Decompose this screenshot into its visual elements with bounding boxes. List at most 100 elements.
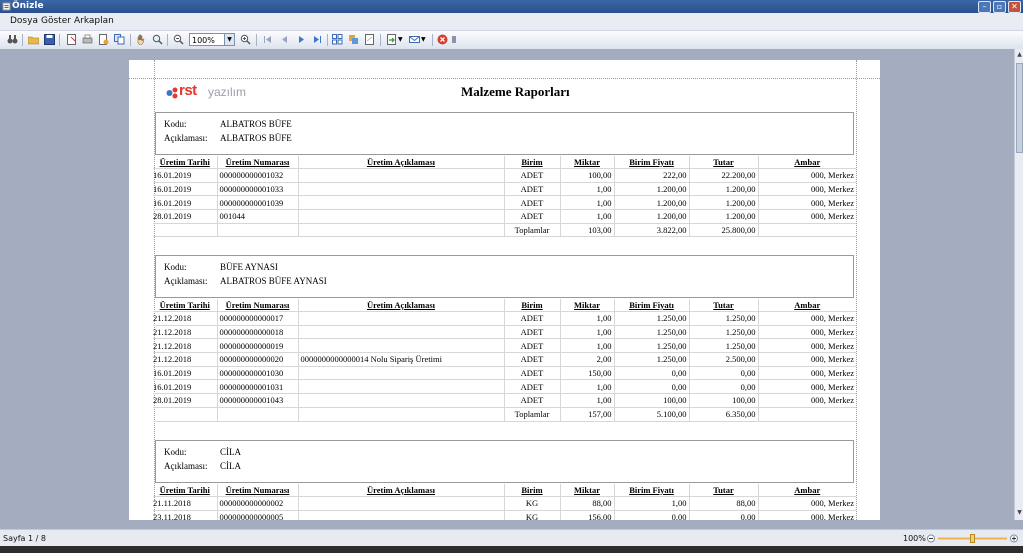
binoculars-icon[interactable] (7, 34, 18, 45)
header-number: Üretim Numarası (216, 156, 298, 169)
zoom-out-icon[interactable] (173, 34, 184, 45)
cell-warehouse: 000, Merkez (757, 338, 856, 353)
header-price: Birim Fiyatı (613, 156, 689, 169)
email-dropdown-icon[interactable]: ▼ (421, 34, 432, 45)
header-price: Birim Fiyatı (613, 484, 689, 497)
header-qty: Miktar (559, 156, 614, 169)
preview-viewport[interactable]: rst yazılım Malzeme Raporları Kodu: ALBA… (0, 49, 1014, 520)
cell-description (297, 209, 504, 224)
cell-description (297, 365, 504, 380)
magnifier-icon[interactable] (152, 34, 163, 45)
cell-date: 23.11.2018 (153, 509, 217, 520)
open-folder-icon[interactable] (28, 34, 39, 45)
copy-page-icon[interactable] (114, 34, 125, 45)
first-page-icon[interactable] (262, 34, 273, 45)
header-qty: Miktar (559, 484, 614, 497)
cell-unit: ADET (503, 209, 560, 224)
code-label: Kodu: (164, 119, 187, 129)
group-info-box: Kodu: CİLA Açıklaması: CİLA (155, 440, 854, 483)
code-value: BÜFE AYNASI (220, 262, 278, 272)
zoom-select-value: 100% (192, 36, 215, 45)
maximize-button[interactable]: ▫ (993, 1, 1006, 13)
header-description: Üretim Açıklaması (297, 484, 504, 497)
color-background-icon[interactable] (348, 34, 359, 45)
table-row: 21.12.2018 000000000000019 ADET 1,00 1.250,0… (153, 338, 856, 353)
close-button[interactable]: ✕ (1008, 1, 1021, 13)
save-icon[interactable] (44, 34, 55, 45)
header-date: Üretim Tarihi (159, 300, 210, 310)
cell-price: 1.250,00 (613, 352, 689, 367)
cell-warehouse: 000, Merkez (757, 181, 856, 196)
cell-unit: ADET (503, 352, 560, 367)
cell-description (297, 168, 504, 183)
title-bar: Önizle – ▫ ✕ (0, 0, 1023, 13)
scroll-thumb[interactable] (1016, 63, 1023, 153)
cell-unit: ADET (503, 324, 560, 339)
zoom-select[interactable]: 100% ▼ (189, 33, 235, 46)
slider-thumb[interactable] (970, 534, 975, 543)
totals-amount: 6.350,00 (688, 406, 758, 422)
cell-amount: 88,00 (688, 496, 758, 511)
cell-unit: ADET (503, 181, 560, 196)
cell-description (297, 324, 504, 339)
cell-unit: ADET (503, 338, 560, 353)
quick-print-icon[interactable] (98, 34, 109, 45)
menu-background[interactable]: Arkaplan (74, 16, 114, 26)
print-icon[interactable] (82, 34, 93, 45)
export-dropdown-icon[interactable]: ▼ (398, 34, 409, 45)
cell-description (297, 311, 504, 326)
cell-warehouse: 000, Merkez (757, 195, 856, 210)
header-number: Üretim Numarası (216, 299, 298, 312)
menu-file[interactable]: Dosya (10, 16, 38, 26)
cell-qty: 150,00 (559, 365, 614, 380)
cell-price: 1.250,00 (613, 338, 689, 353)
cell-number: 000000000001032 (216, 168, 298, 183)
minimize-button[interactable]: – (978, 1, 991, 13)
table-row: 16.01.2019 000000000001032 ADET 100,00 222,0… (153, 168, 856, 183)
cell-number: 000000000001043 (216, 393, 298, 408)
desc-value: CİLA (220, 461, 241, 471)
zoom-in-icon[interactable] (240, 34, 251, 45)
cell-number: 000000000000005 (216, 509, 298, 520)
header-description: Üretim Açıklaması (297, 156, 504, 169)
email-icon[interactable] (409, 34, 420, 45)
table-header-row: Üretim Tarihi Üretim Numarası Üretim Açı… (153, 484, 856, 497)
cell-price: 1.200,00 (613, 195, 689, 210)
page-setup-icon[interactable] (66, 34, 77, 45)
cell-number: 000000000001039 (216, 195, 298, 210)
cell-amount: 1.250,00 (688, 324, 758, 339)
table-row: 16.01.2019 000000000001039 ADET 1,00 1.200,0… (153, 195, 856, 210)
zoom-slider[interactable] (927, 534, 1018, 543)
cell-qty: 88,00 (559, 496, 614, 511)
table-row: 21.12.2018 000000000000018 ADET 1,00 1.250,0… (153, 324, 856, 339)
totals-price: 3.822,00 (613, 222, 689, 238)
previous-page-icon[interactable] (279, 34, 290, 45)
close-preview-icon[interactable] (437, 34, 448, 45)
cell-qty: 1,00 (559, 324, 614, 339)
scroll-up-icon[interactable]: ▲ (1015, 51, 1023, 60)
production-table: Üretim Tarihi Üretim Numarası Üretim Açı… (153, 299, 856, 422)
watermark-icon[interactable] (364, 34, 375, 45)
multiple-pages-icon[interactable] (332, 34, 343, 45)
cell-price: 1.200,00 (613, 209, 689, 224)
hand-tool-icon[interactable] (136, 34, 147, 45)
vertical-scrollbar[interactable]: ▲ ▼ (1014, 49, 1023, 520)
menu-view[interactable]: Göster (41, 16, 71, 26)
header-description: Üretim Açıklaması (297, 299, 504, 312)
cell-warehouse: 000, Merkez (757, 209, 856, 224)
desc-value: ALBATROS BÜFE (220, 133, 292, 143)
cell-qty: 1,00 (559, 338, 614, 353)
cell-unit: ADET (503, 195, 560, 210)
table-row: 21.12.2018 000000000000017 ADET 1,00 1.250,0… (153, 311, 856, 326)
cell-amount: 1.200,00 (688, 195, 758, 210)
cell-unit: KG (503, 496, 560, 511)
toolbar: 100% ▼ ▼ ▼ (0, 31, 1023, 50)
chevron-down-icon[interactable]: ▼ (224, 34, 234, 45)
toolbar-overflow-icon[interactable] (451, 34, 457, 45)
scroll-down-icon[interactable]: ▼ (1015, 509, 1023, 518)
cell-warehouse: 000, Merkez (757, 496, 856, 511)
last-page-icon[interactable] (312, 34, 323, 45)
next-page-icon[interactable] (296, 34, 307, 45)
export-icon[interactable] (386, 34, 397, 45)
logo-rst-text: rst (179, 82, 197, 99)
